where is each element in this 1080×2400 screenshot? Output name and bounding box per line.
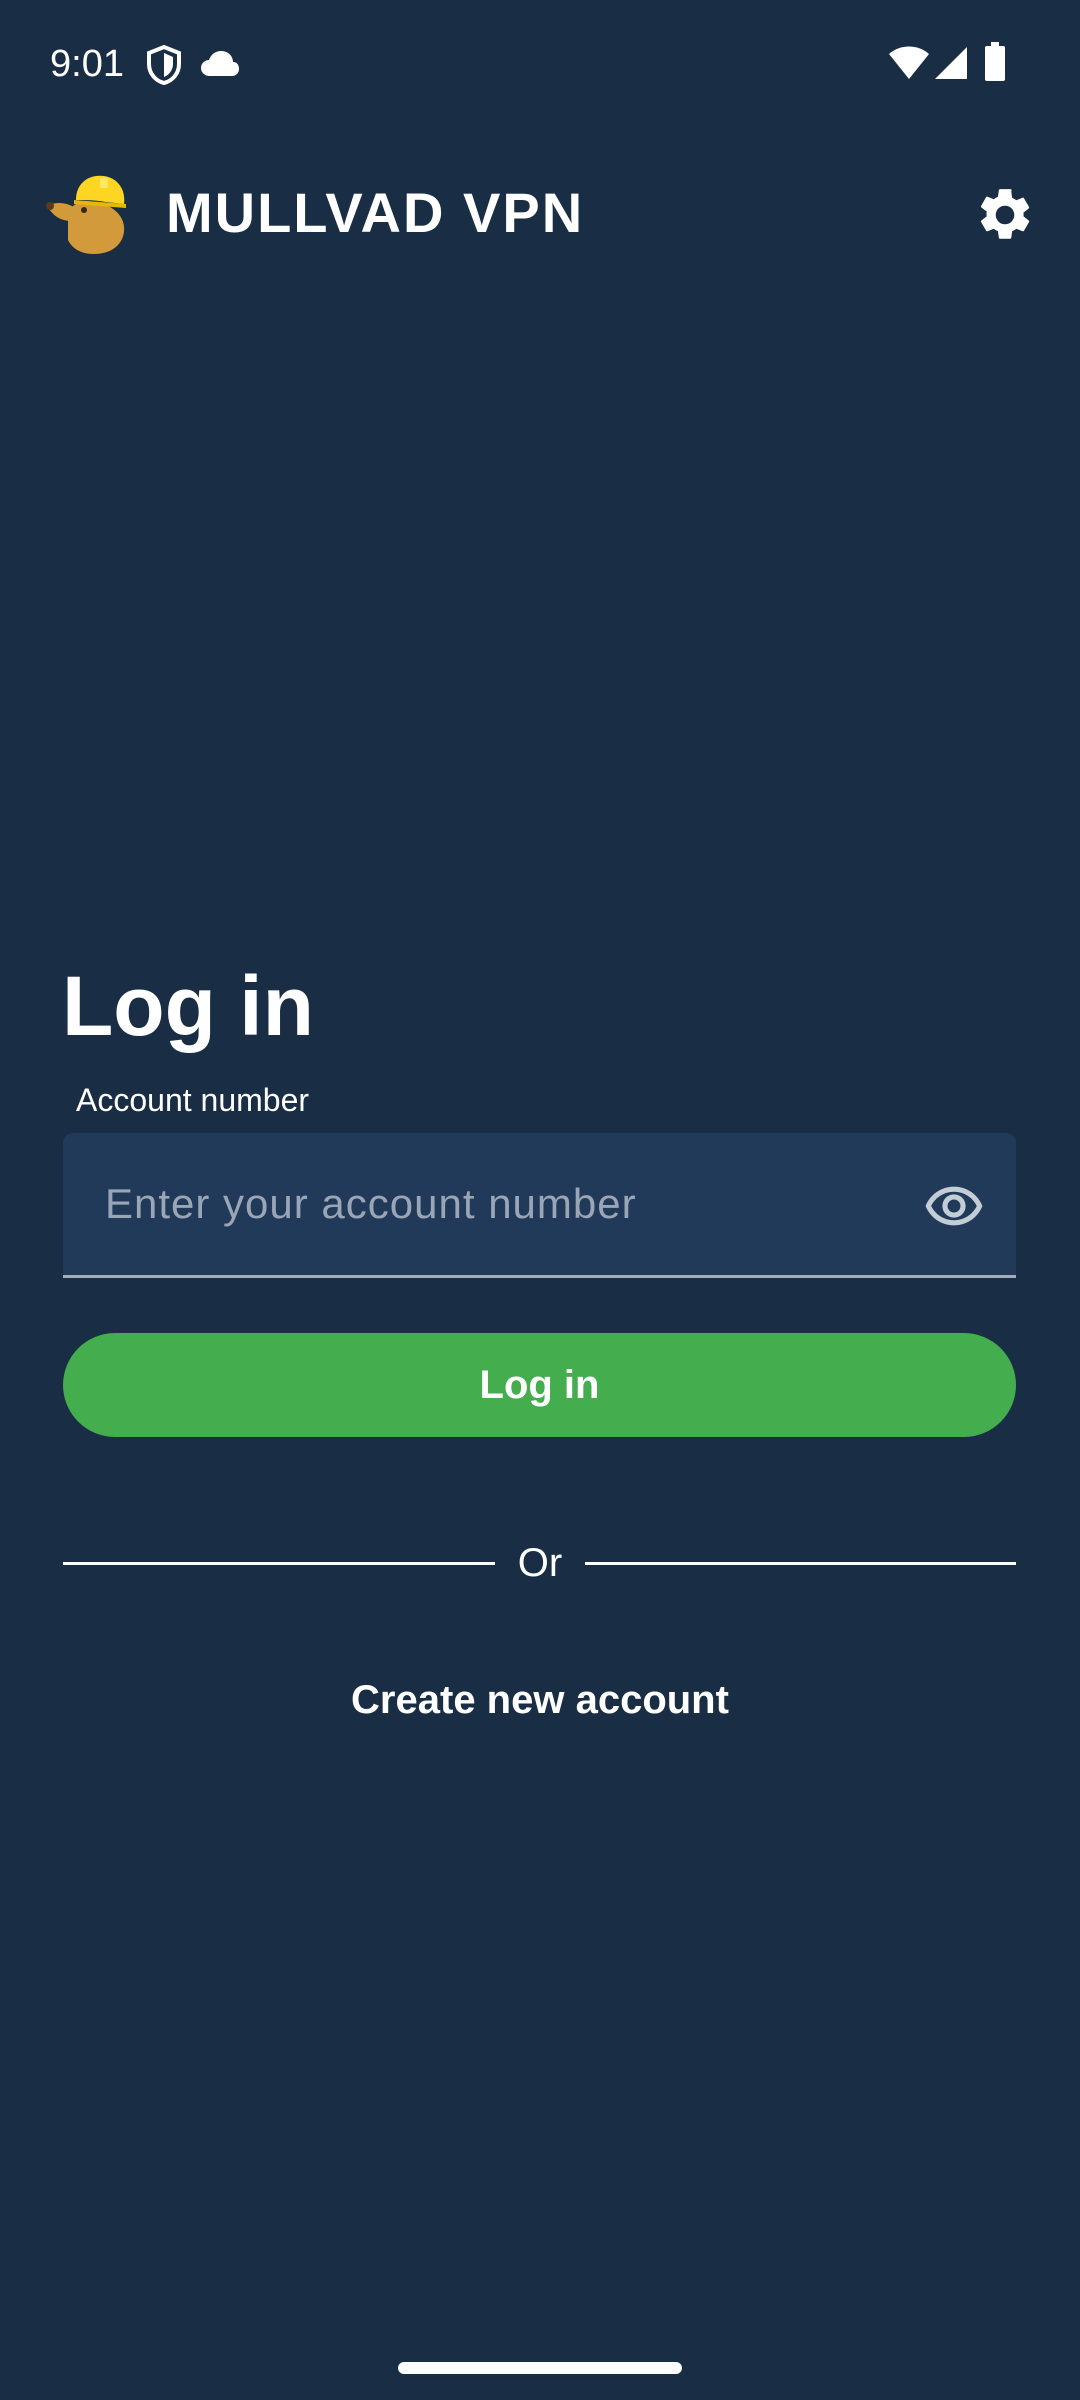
or-divider: Or bbox=[63, 1540, 1016, 1590]
account-number-label: Account number bbox=[76, 1082, 310, 1118]
battery-icon bbox=[984, 42, 1006, 82]
status-time: 9:01 bbox=[50, 43, 124, 85]
create-account-button[interactable]: Create new account bbox=[240, 1668, 840, 1732]
login-title: Log in bbox=[62, 959, 314, 1053]
app-header: MULLVAD VPN bbox=[0, 150, 1080, 280]
mullvad-mole-logo bbox=[46, 170, 132, 256]
vpn-shield-icon bbox=[146, 45, 182, 85]
account-number-input[interactable] bbox=[105, 1133, 925, 1275]
login-button[interactable]: Log in bbox=[63, 1333, 1016, 1437]
home-indicator[interactable] bbox=[398, 2362, 682, 2374]
divider-line-right bbox=[585, 1562, 1016, 1565]
status-bar: 9:01 bbox=[0, 0, 1080, 130]
login-screen: 9:01 MULLVAD VPN Log in Account number E… bbox=[0, 0, 1080, 2400]
cloud-icon bbox=[200, 50, 240, 78]
divider-text: Or bbox=[517, 1541, 563, 1585]
toggle-visibility-button[interactable] bbox=[923, 1175, 985, 1237]
app-title: MULLVAD VPN bbox=[166, 181, 585, 244]
gear-icon bbox=[980, 189, 1030, 239]
divider-line-left bbox=[63, 1562, 495, 1565]
cell-signal-icon bbox=[934, 46, 968, 80]
eye-icon bbox=[925, 1186, 983, 1226]
settings-button[interactable] bbox=[974, 184, 1036, 246]
wifi-icon bbox=[888, 46, 930, 80]
account-number-field[interactable] bbox=[63, 1133, 1016, 1278]
